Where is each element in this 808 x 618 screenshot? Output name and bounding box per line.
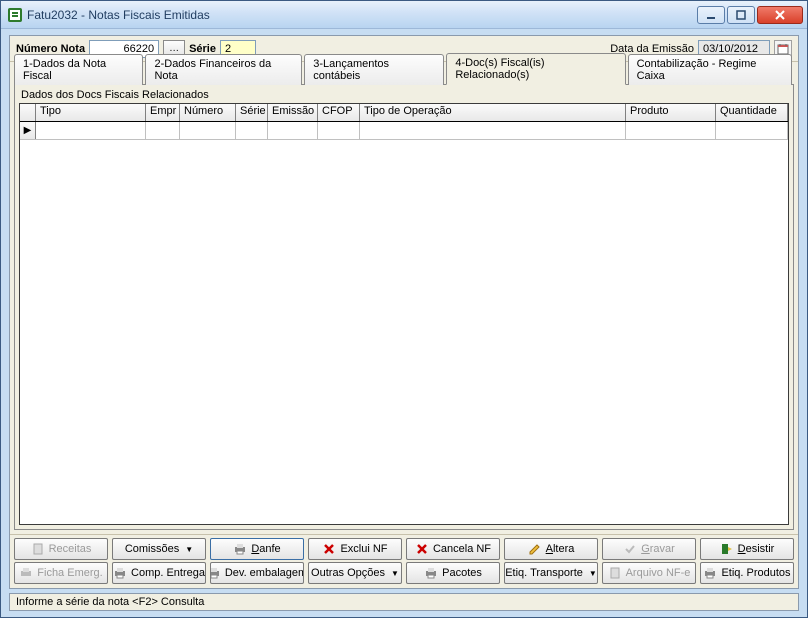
grid-header: Tipo Empr Número Série Emissão CFOP Tipo… (20, 104, 788, 122)
docs-grid[interactable]: Tipo Empr Número Série Emissão CFOP Tipo… (19, 103, 789, 525)
cancela-label: Cancela NF (433, 543, 491, 555)
pacotes-label: Pacotes (442, 567, 482, 579)
exclui-label: Exclui NF (340, 543, 387, 555)
col-serie[interactable]: Série (236, 104, 268, 121)
close-button[interactable] (757, 6, 803, 24)
minimize-button[interactable] (697, 6, 725, 24)
comissoes-label: Comissões (125, 543, 179, 555)
col-empr[interactable]: Empr (146, 104, 180, 121)
tab-lancamentos[interactable]: 3-Lançamentos contábeis (304, 54, 444, 85)
check-icon (623, 542, 637, 556)
dropdown-arrow-icon: ▼ (391, 569, 399, 578)
etiqt-label: Etiq. Transporte (505, 567, 583, 579)
serie-label: Série (189, 43, 216, 55)
tab-docs-relacionados[interactable]: 4-Doc(s) Fiscal(is) Relacionado(s) (446, 53, 625, 85)
col-emissao[interactable]: Emissão (268, 104, 318, 121)
dev-embalagem-button[interactable]: Dev. embalagem (210, 562, 304, 584)
dropdown-arrow-icon: ▼ (589, 569, 597, 578)
tab-panel: Dados dos Docs Fiscais Relacionados Tipo… (14, 84, 794, 530)
titlebar: Fatu2032 - Notas Fiscais Emitidas (1, 1, 807, 29)
altera-button[interactable]: Altera (504, 538, 598, 560)
etiqp-label: Etiq. Produtos (721, 567, 790, 579)
gravar-label: ravar (650, 543, 675, 555)
x-red-icon (415, 542, 429, 556)
document-icon (31, 542, 45, 556)
danfe-label: anfe (259, 543, 280, 555)
grid-corner (20, 104, 36, 121)
comissoes-button[interactable]: Comissões ▼ (112, 538, 206, 560)
client-area: Número Nota … Série Data da Emissão 1-Da… (9, 35, 799, 589)
col-produto[interactable]: Produto (626, 104, 716, 121)
status-bar: Informe a série da nota <F2> Consulta (9, 593, 799, 611)
printer-icon (703, 566, 717, 580)
ficha-label: Ficha Emerg. (37, 567, 102, 579)
etiq-produtos-button[interactable]: Etiq. Produtos (700, 562, 794, 584)
group-title: Dados dos Docs Fiscais Relacionados (19, 89, 789, 103)
exclui-button[interactable]: Exclui NF (308, 538, 402, 560)
dropdown-arrow-icon: ▼ (185, 545, 193, 554)
document-icon (608, 566, 622, 580)
altera-label: ltera (553, 543, 574, 555)
tab-dados-nota[interactable]: 1-Dados da Nota Fiscal (14, 54, 143, 85)
printer-icon (113, 566, 127, 580)
arquivo-nfe-button: Arquivo NF-e (602, 562, 696, 584)
comp-entrega-button[interactable]: Comp. Entrega (112, 562, 206, 584)
app-icon (7, 7, 23, 23)
col-tipo-operacao[interactable]: Tipo de Operação (360, 104, 626, 121)
col-quantidade[interactable]: Quantidade (716, 104, 788, 121)
comp-label: Comp. Entrega (131, 567, 205, 579)
grid-row[interactable]: ▶ (20, 122, 788, 140)
gravar-button: Gravar (602, 538, 696, 560)
exit-icon (720, 542, 734, 556)
printer-icon (424, 566, 438, 580)
receitas-label: Receitas (49, 543, 92, 555)
desistir-button[interactable]: Desistir (700, 538, 794, 560)
tab-contabilizacao[interactable]: Contabilização - Regime Caixa (628, 54, 792, 85)
etiq-transporte-button[interactable]: Etiq. Transporte ▼ (504, 562, 598, 584)
printer-icon (210, 566, 221, 580)
status-text: Informe a série da nota <F2> Consulta (16, 596, 204, 608)
tab-dados-financeiros[interactable]: 2-Dados Financeiros da Nota (145, 54, 302, 85)
numero-label: Número Nota (16, 43, 85, 55)
tabstrip: 1-Dados da Nota Fiscal 2-Dados Financeir… (10, 62, 798, 84)
maximize-button[interactable] (727, 6, 755, 24)
desistir-label: esistir (746, 543, 775, 555)
window-title: Fatu2032 - Notas Fiscais Emitidas (27, 8, 697, 22)
arquivo-label: Arquivo NF-e (626, 567, 691, 579)
col-tipo[interactable]: Tipo (36, 104, 146, 121)
app-window: Fatu2032 - Notas Fiscais Emitidas Número… (0, 0, 808, 618)
pencil-icon (528, 542, 542, 556)
pacotes-button[interactable]: Pacotes (406, 562, 500, 584)
danfe-button[interactable]: Danfe (210, 538, 304, 560)
x-red-icon (322, 542, 336, 556)
cancela-button[interactable]: Cancela NF (406, 538, 500, 560)
row-indicator-icon: ▶ (20, 122, 36, 139)
printer-icon (19, 566, 33, 580)
receitas-button: Receitas (14, 538, 108, 560)
outras-label: Outras Opções (311, 567, 385, 579)
outras-opcoes-button[interactable]: Outras Opções ▼ (308, 562, 402, 584)
printer-icon (233, 542, 247, 556)
col-cfop[interactable]: CFOP (318, 104, 360, 121)
col-numero[interactable]: Número (180, 104, 236, 121)
button-bar-1: Receitas Comissões ▼ Danfe Exclui NF Canc… (10, 534, 798, 561)
window-buttons (697, 6, 803, 24)
ficha-emerg-button: Ficha Emerg. (14, 562, 108, 584)
button-bar-2: Ficha Emerg. Comp. Entrega Dev. embalage… (10, 561, 798, 588)
dev-label: Dev. embalagem (225, 567, 304, 579)
